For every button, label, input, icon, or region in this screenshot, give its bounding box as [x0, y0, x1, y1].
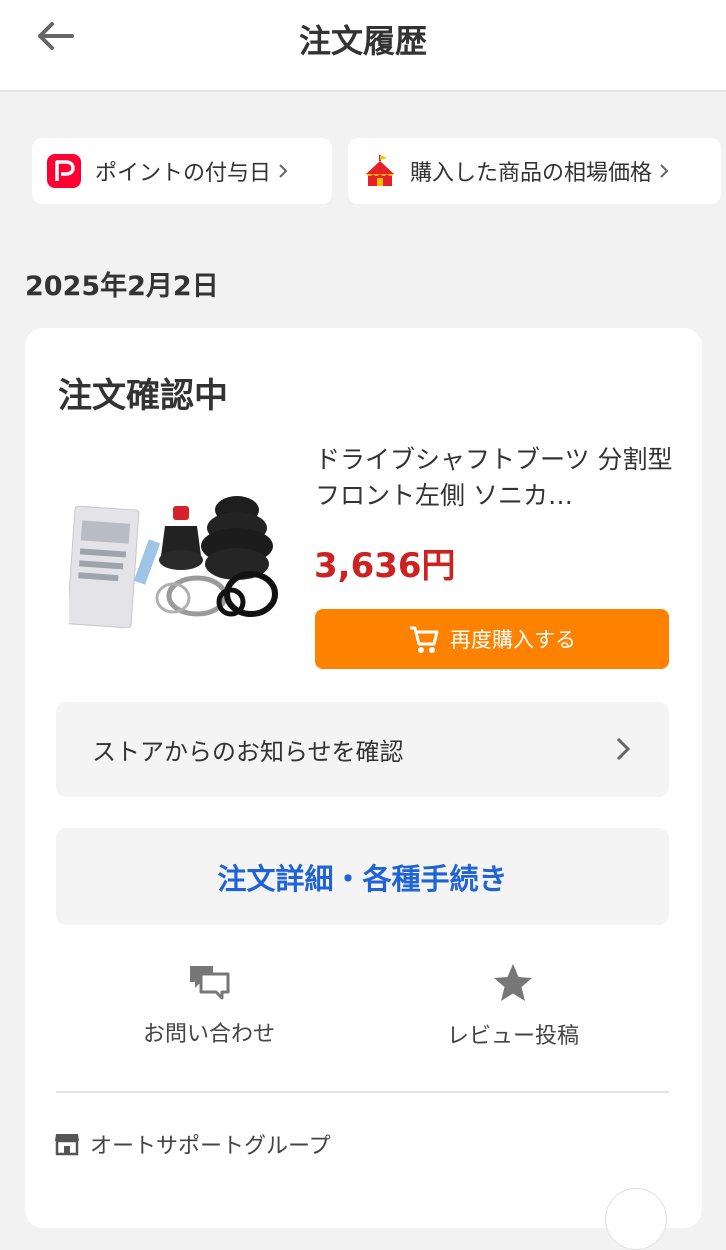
- order-detail-label: 注文詳細・各種手続き: [217, 861, 508, 896]
- product-price: 3,636円: [314, 546, 456, 586]
- order-card: 注文確認中 ドライブシャフトブーツ 分割型 フロント左側 ソニカ… 3,636円: [25, 328, 702, 1228]
- chat-icon: [190, 966, 230, 1000]
- cart-icon: [410, 626, 439, 653]
- market-price-chip[interactable]: 購入した商品の相場価格: [348, 138, 721, 204]
- app-header: 注文履歴: [0, 0, 726, 92]
- chip-label: 購入した商品の相場価格: [410, 161, 653, 186]
- rebuy-button[interactable]: 再度購入する: [315, 609, 669, 669]
- store-name: オートサポートグループ: [90, 1134, 331, 1159]
- tent-icon: [366, 155, 394, 186]
- chevron-right-icon: [660, 164, 669, 178]
- order-detail-button[interactable]: 注文詳細・各種手続き: [56, 828, 669, 925]
- store-icon: [55, 1134, 79, 1156]
- scroll-top-button[interactable]: [605, 1188, 667, 1250]
- rebuy-label: 再度購入する: [450, 628, 576, 652]
- paypay-icon: [47, 154, 81, 188]
- review-button[interactable]: レビュー投稿: [413, 962, 613, 1050]
- store-notice-button[interactable]: ストアからのお知らせを確認: [56, 702, 669, 797]
- store-notice-label: ストアからのお知らせを確認: [92, 738, 404, 766]
- review-label: レビュー投稿: [446, 1024, 579, 1049]
- boot-kit-image[interactable]: [69, 488, 279, 628]
- divider: [56, 1091, 669, 1093]
- chip-label: ポイントの付与日: [95, 161, 272, 186]
- star-icon: [494, 964, 532, 1001]
- chevron-right-icon: [279, 164, 288, 178]
- order-status: 注文確認中: [58, 376, 228, 416]
- chevron-right-icon: [616, 737, 631, 761]
- store-link[interactable]: オートサポートグループ: [54, 1128, 331, 1160]
- inquiry-label: お問い合わせ: [142, 1022, 275, 1047]
- page-title: 注文履歴: [298, 22, 427, 60]
- order-date: 2025年2月2日: [25, 271, 219, 302]
- points-date-chip[interactable]: ポイントの付与日: [32, 138, 332, 204]
- product-name[interactable]: ドライブシャフトブーツ 分割型 フロント左側 ソニカ…: [315, 442, 675, 514]
- inquiry-button[interactable]: お問い合わせ: [109, 962, 309, 1048]
